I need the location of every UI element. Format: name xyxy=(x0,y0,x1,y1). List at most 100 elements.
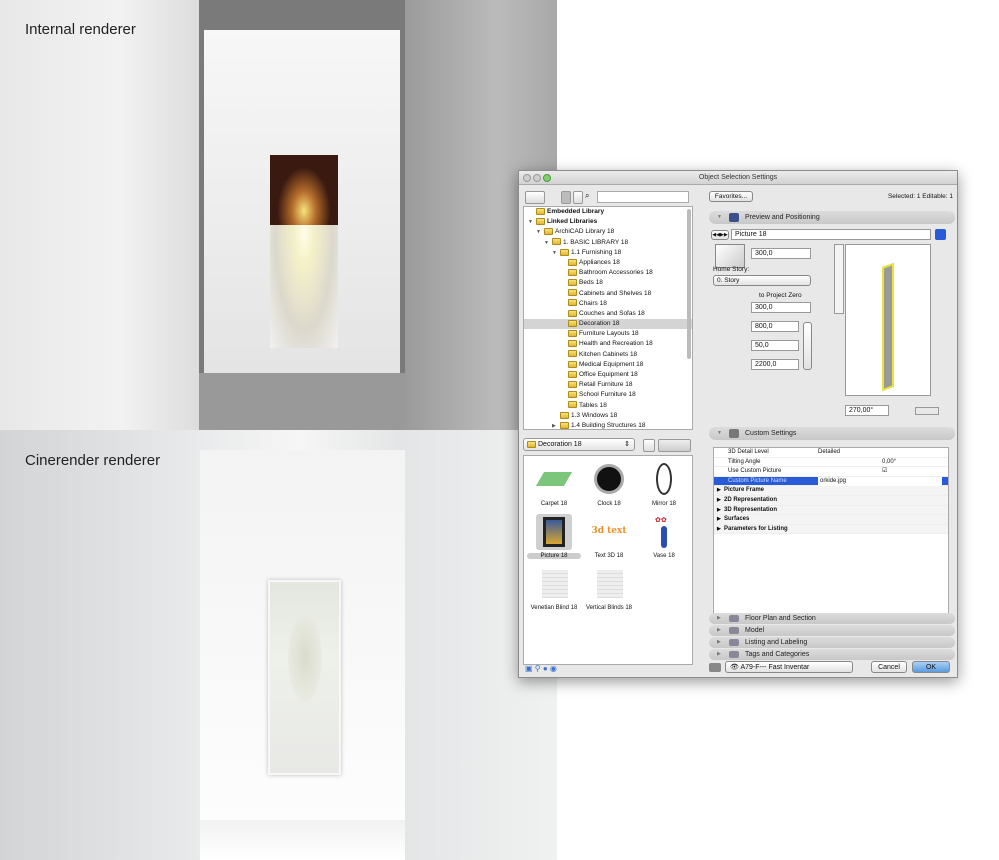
object-item-mirror[interactable]: Mirror 18 xyxy=(637,460,691,512)
parameter-group[interactable]: ▶ Surfaces xyxy=(714,515,948,525)
object-item-blind[interactable]: Vertical Blinds 18 xyxy=(582,564,636,616)
title-bar: Object Selection Settings xyxy=(519,171,957,185)
tree-item[interactable]: 1.3 Windows 18 xyxy=(524,411,692,421)
tree-item[interactable]: Tables 18 xyxy=(524,401,692,411)
width-field[interactable]: 800,0 xyxy=(751,321,799,332)
ok-button[interactable]: OK xyxy=(912,661,950,673)
grid-view-toggle[interactable] xyxy=(658,439,691,452)
search-input[interactable] xyxy=(597,191,689,203)
tree-item[interactable]: Embedded Library xyxy=(524,207,692,217)
section-custom-settings[interactable]: ▼ Custom Settings xyxy=(709,427,955,440)
view-mode-buttons[interactable] xyxy=(834,244,844,314)
parameter-row[interactable]: Use Custom Picture ☑ xyxy=(714,467,948,477)
prev-next-buttons[interactable]: ◀◀▶▶ xyxy=(711,230,729,240)
library-tree[interactable]: Embedded Library ▼ Linked Libraries ▼ ArchiC… xyxy=(523,206,693,430)
parameter-row[interactable]: Tilting Angle 0,00° xyxy=(714,458,948,468)
disclosure-icon[interactable]: ▼ xyxy=(536,227,544,237)
mirror-toggles[interactable] xyxy=(915,407,939,415)
internal-renderer-caption: Internal renderer xyxy=(25,21,136,38)
folder-select[interactable]: Decoration 18 ⇕ xyxy=(523,438,635,451)
parameter-list[interactable]: 3D Detail Level Detailed Tilting Angle 0,00… xyxy=(713,447,949,615)
cancel-button[interactable]: Cancel xyxy=(871,661,907,673)
tree-item[interactable]: ▼ 1.1 Furnishing 18 xyxy=(524,248,692,258)
parameter-value[interactable]: 0,00° xyxy=(882,458,896,468)
library-filter-icon[interactable] xyxy=(561,191,571,204)
object-item-picture[interactable]: Picture 18 xyxy=(527,512,581,564)
tree-item[interactable]: ▼ ArchiCAD Library 18 xyxy=(524,227,692,237)
search-icon[interactable]: ⌕ xyxy=(585,191,589,201)
disclosure-icon[interactable]: ▼ xyxy=(528,217,536,227)
object-label: Carpet 18 xyxy=(540,501,568,507)
to-project-zero-label[interactable]: to Project Zero xyxy=(759,292,802,299)
parameter-row[interactable]: Custom Picture Name orkide.jpg xyxy=(714,476,948,487)
home-story-select[interactable]: 0. Story xyxy=(713,275,811,286)
zoom-button[interactable] xyxy=(543,174,551,182)
tree-item[interactable]: Kitchen Cabinets 18 xyxy=(524,350,692,360)
tree-item[interactable]: Bathroom Accessories 18 xyxy=(524,268,692,278)
chain-lock-button[interactable] xyxy=(803,322,812,370)
tree-item[interactable]: Couches and Sofas 18 xyxy=(524,309,692,319)
tree-item[interactable]: ▼ Linked Libraries xyxy=(524,217,692,227)
folder-icon xyxy=(568,309,577,317)
library-manager-icons[interactable]: ▣ ⚲ ● ◉ xyxy=(525,664,557,673)
tree-item[interactable]: Health and Recreation 18 xyxy=(524,339,692,349)
disclosure-icon[interactable]: ▼ xyxy=(552,248,560,258)
tree-item[interactable]: Cabinets and Shelves 18 xyxy=(524,289,692,299)
object-item-text3d[interactable]: 3d text Text 3D 18 xyxy=(582,512,636,564)
tree-item[interactable]: Decoration 18 xyxy=(524,319,692,330)
minimize-button[interactable] xyxy=(533,174,541,182)
object-name-field[interactable]: Picture 18 xyxy=(731,229,931,240)
tree-item[interactable]: Retail Furniture 18 xyxy=(524,380,692,390)
section-icon xyxy=(729,639,739,646)
tree-item[interactable]: Medical Equipment 18 xyxy=(524,360,692,370)
section-collapsed[interactable]: ▶ Tags and Categories xyxy=(709,649,955,660)
tree-scrollbar[interactable] xyxy=(687,209,691,359)
depth-field[interactable]: 50,0 xyxy=(751,340,799,351)
parameter-group[interactable]: ▶ 3D Representation xyxy=(714,505,948,516)
loaded-filter-icon[interactable] xyxy=(573,191,583,204)
object-item-clock[interactable]: Clock 18 xyxy=(582,460,636,512)
parameter-value[interactable]: orkide.jpg xyxy=(818,476,942,487)
parameter-group[interactable]: ▶ 2D Representation xyxy=(714,495,948,506)
folder-icon xyxy=(568,289,577,297)
new-folder-button[interactable] xyxy=(643,439,655,452)
elevation-field[interactable]: 300,0 xyxy=(751,248,811,259)
disclosure-icon[interactable]: ▼ xyxy=(544,238,552,248)
rotation-angle-field[interactable]: 270,00° xyxy=(845,405,889,416)
tree-item[interactable]: Furniture Layouts 18 xyxy=(524,329,692,339)
section-collapsed[interactable]: ▶ Model xyxy=(709,625,955,636)
tree-item-label: Tables 18 xyxy=(579,401,607,409)
tree-item[interactable]: ▼ 1. BASIC LIBRARY 18 xyxy=(524,238,692,248)
close-button[interactable] xyxy=(523,174,531,182)
view-mode-button[interactable] xyxy=(525,191,545,204)
layer-select[interactable]: 👁 A79-F--- Fast Inventar xyxy=(725,661,853,673)
object-item-vase[interactable]: ✿✿ Vase 18 xyxy=(637,512,691,564)
info-icon[interactable] xyxy=(935,229,946,240)
home-story-label: Home Story: xyxy=(713,266,750,273)
elevation-zero-field[interactable]: 300,0 xyxy=(751,302,811,313)
favorites-button[interactable]: Favorites... xyxy=(709,191,753,202)
tree-item[interactable]: Beds 18 xyxy=(524,278,692,288)
library-icon xyxy=(536,207,545,215)
disclosure-icon: ▶ xyxy=(717,506,721,513)
object-label: Picture 18 xyxy=(527,553,581,559)
tree-item-label: 1.1 Furnishing 18 xyxy=(571,248,622,256)
tree-item[interactable]: Chairs 18 xyxy=(524,299,692,309)
section-collapsed[interactable]: ▶ Floor Plan and Section xyxy=(709,613,955,624)
object-label: Vertical Blinds 18 xyxy=(585,605,633,611)
disclosure-icon[interactable]: ▶ xyxy=(552,421,560,429)
object-item-blind[interactable]: Venetian Blind 18 xyxy=(527,564,581,616)
folder-icon xyxy=(568,330,577,338)
section-preview-positioning[interactable]: ▼ Preview and Positioning xyxy=(709,211,955,224)
parameter-group[interactable]: ▶ Parameters for Listing xyxy=(714,524,948,535)
tree-item[interactable]: ▶ 1.4 Building Structures 18 xyxy=(524,421,692,429)
parameter-row[interactable]: 3D Detail Level Detailed xyxy=(714,448,948,458)
section-collapsed[interactable]: ▶ Listing and Labeling xyxy=(709,637,955,648)
tree-item[interactable]: School Furniture 18 xyxy=(524,390,692,400)
parameter-group[interactable]: ▶ Picture Frame xyxy=(714,486,948,496)
tree-item[interactable]: Office Equipment 18 xyxy=(524,370,692,380)
tree-item[interactable]: Appliances 18 xyxy=(524,258,692,268)
parameter-value[interactable]: ☑ xyxy=(882,467,887,477)
height-field[interactable]: 2200,0 xyxy=(751,359,799,370)
object-item-carpet[interactable]: Carpet 18 xyxy=(527,460,581,512)
